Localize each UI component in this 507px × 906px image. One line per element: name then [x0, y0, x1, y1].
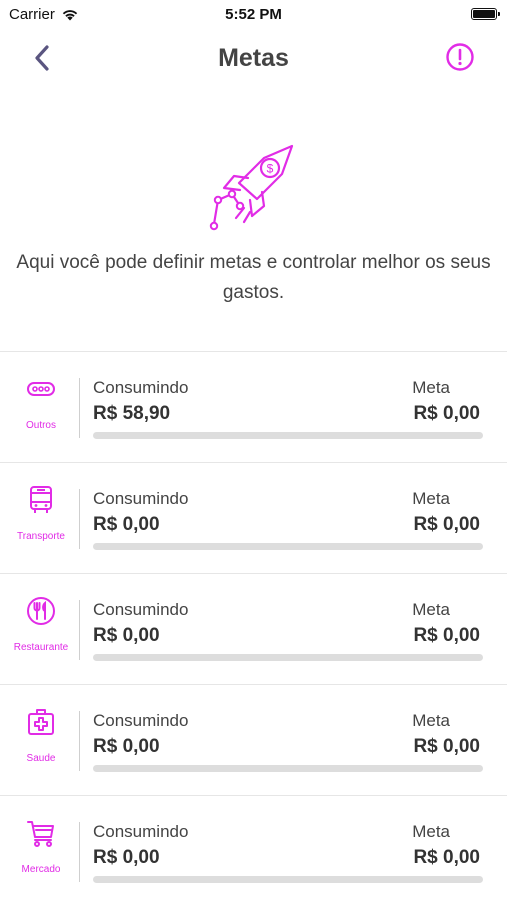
consumed-label: Consumindo: [93, 489, 189, 508]
meta-label: Meta: [412, 711, 450, 730]
divider: [79, 600, 80, 660]
category: Mercado: [4, 796, 78, 906]
progress-bar: [93, 432, 483, 439]
category-label: Transporte: [17, 531, 65, 542]
meta-value: R$ 0,00: [413, 625, 480, 646]
progress-bar: [93, 654, 483, 661]
rocket-dollar-icon: $: [209, 144, 294, 231]
consumed-value: R$ 0,00: [93, 736, 160, 757]
consumed-label: Consumindo: [93, 378, 189, 397]
svg-text:$: $: [267, 162, 274, 176]
cutlery-icon: [26, 596, 56, 626]
cart-icon: [26, 818, 56, 848]
category-label: Restaurante: [13, 642, 69, 653]
divider: [79, 822, 80, 882]
progress-bar: [93, 543, 483, 550]
category-label: Outros: [25, 420, 56, 431]
category: Restaurante: [4, 574, 78, 684]
meta-label: Meta: [412, 378, 450, 397]
status-time: 5:52 PM: [225, 6, 282, 23]
status-bar: Carrier 5:52 PM: [0, 0, 507, 28]
page-title: Metas: [218, 44, 289, 72]
category-label: Mercado: [21, 864, 61, 875]
consumed-label: Consumindo: [93, 711, 189, 730]
consumed-value: R$ 0,00: [93, 625, 160, 646]
divider: [79, 378, 80, 438]
consumed-label: Consumindo: [93, 822, 189, 841]
category: Outros: [4, 352, 78, 462]
consumed-label: Consumindo: [93, 600, 189, 619]
dots-icon: [26, 374, 56, 404]
goal-row-transporte[interactable]: Transporte Consumindo R$ 0,00 Meta R$ 0,00: [0, 462, 507, 573]
meta-value: R$ 0,00: [413, 514, 480, 535]
meta-label: Meta: [412, 600, 450, 619]
hero-description: Aqui você pode definir metas e controlar…: [16, 252, 491, 303]
goal-row-outros[interactable]: Outros Consumindo R$ 58,90 Meta R$ 0,00: [0, 351, 507, 462]
meta-value: R$ 0,00: [413, 736, 480, 757]
meta-value: R$ 0,00: [413, 847, 480, 868]
goals-list: Outros Consumindo R$ 58,90 Meta R$ 0,00 Trans…: [0, 351, 507, 906]
meta-value: R$ 0,00: [413, 403, 480, 424]
medical-kit-icon: [26, 707, 56, 737]
goal-row-saude[interactable]: Saude Consumindo R$ 0,00 Meta R$ 0,00: [0, 684, 507, 795]
divider: [79, 711, 80, 771]
meta-label: Meta: [412, 822, 450, 841]
category: Saude: [4, 685, 78, 795]
battery-icon: [471, 8, 500, 20]
progress-bar: [93, 876, 483, 883]
progress-bar: [93, 765, 483, 772]
meta-label: Meta: [412, 489, 450, 508]
consumed-value: R$ 58,90: [93, 403, 171, 424]
consumed-value: R$ 0,00: [93, 847, 160, 868]
category: Transporte: [4, 463, 78, 573]
category-label: Saude: [26, 753, 56, 764]
bus-icon: [26, 485, 56, 515]
exclamation-circle-icon[interactable]: [445, 42, 475, 72]
nav-bar: Metas: [0, 32, 507, 84]
goal-row-restaurante[interactable]: Restaurante Consumindo R$ 0,00 Meta R$ 0,00: [0, 573, 507, 684]
divider: [79, 489, 80, 549]
consumed-value: R$ 0,00: [93, 514, 160, 535]
goal-row-mercado[interactable]: Mercado Consumindo R$ 0,00 Meta R$ 0,00: [0, 795, 507, 906]
